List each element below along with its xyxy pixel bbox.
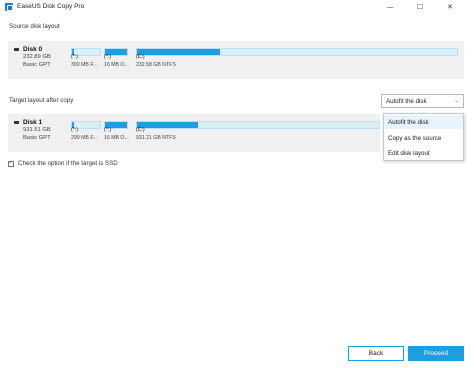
source-partition-1-detail: 300 MB F... <box>71 62 98 68</box>
target-disk-size: 931.51 GB <box>23 127 51 133</box>
menu-item-autofit[interactable]: Autofit the disk <box>384 115 463 129</box>
source-partition-2-letter: (*:) <box>104 54 111 60</box>
partition-usage-fill <box>137 122 198 128</box>
target-disk-panel[interactable]: Disk 1 931.51 GB Basic GPT (*:) 299 MB F… <box>8 114 380 152</box>
layout-mode-dropdown[interactable]: Autofit the disk ⌄ <box>381 94 464 108</box>
window-title: EaseUS Disk Copy Pro <box>17 3 85 10</box>
ssd-option-row[interactable]: ✓ Check the option if the target is SSD <box>8 159 118 167</box>
source-partition-1-letter: (*:) <box>71 54 78 60</box>
target-partition-3-detail: 931.21 GB NTFS <box>136 135 176 141</box>
layout-mode-menu: Autofit the disk Copy as the source Edit… <box>383 113 464 161</box>
title-bar: EaseUS Disk Copy Pro — ☐ ✕ <box>0 0 474 14</box>
target-disk-info: Disk 1 931.51 GB Basic GPT <box>13 118 73 142</box>
source-disk-info: Disk 0 232.89 GB Basic GPT <box>13 45 73 69</box>
drive-icon <box>14 47 19 51</box>
target-partition-1-detail: 299 MB F... <box>71 135 98 141</box>
source-section-label: Source disk layout <box>9 23 60 30</box>
menu-item-edit-layout[interactable]: Edit disk layout <box>384 146 463 160</box>
maximize-button[interactable]: ☐ <box>408 0 432 14</box>
target-partition-2-letter: (*:) <box>104 127 111 133</box>
chevron-down-icon: ⌄ <box>453 97 459 104</box>
source-disk-type: Basic GPT <box>23 62 51 68</box>
checkmark-icon: ✓ <box>8 159 14 166</box>
source-partition-3[interactable] <box>136 48 458 60</box>
target-section-label: Target layout after copy <box>9 97 74 104</box>
ssd-checkbox[interactable]: ✓ <box>8 159 14 167</box>
source-partition-2-detail: 16 MB O... <box>104 62 129 68</box>
close-button[interactable]: ✕ <box>438 0 462 14</box>
back-button[interactable]: Back <box>348 346 404 361</box>
source-disk-name: Disk 0 <box>23 45 43 53</box>
target-disk-name: Disk 1 <box>23 118 43 126</box>
menu-item-copy-as-source[interactable]: Copy as the source <box>384 131 463 145</box>
source-disk-panel[interactable]: Disk 0 232.89 GB Basic GPT (*:) 300 MB F… <box>8 41 464 79</box>
target-partition-3-letter: (C:) <box>136 127 145 133</box>
source-disk-size: 232.89 GB <box>23 54 51 60</box>
drive-icon <box>14 120 19 124</box>
minimize-button[interactable]: — <box>378 0 402 14</box>
target-disk-type: Basic GPT <box>23 135 51 141</box>
target-partition-2-detail: 16 MB O... <box>104 135 129 141</box>
source-partition-3-detail: 232.58 GB NTFS <box>136 62 176 68</box>
proceed-button[interactable]: Proceed <box>408 346 464 361</box>
partition-usage-fill <box>137 49 221 55</box>
app-icon <box>5 3 13 11</box>
target-partition-1-letter: (*:) <box>71 127 78 133</box>
target-partition-3[interactable] <box>136 121 380 133</box>
ssd-checkbox-label: Check the option if the target is SSD <box>18 160 118 167</box>
source-partition-3-letter: (C:) <box>136 54 145 60</box>
dropdown-selected-value: Autofit the disk <box>386 98 427 105</box>
